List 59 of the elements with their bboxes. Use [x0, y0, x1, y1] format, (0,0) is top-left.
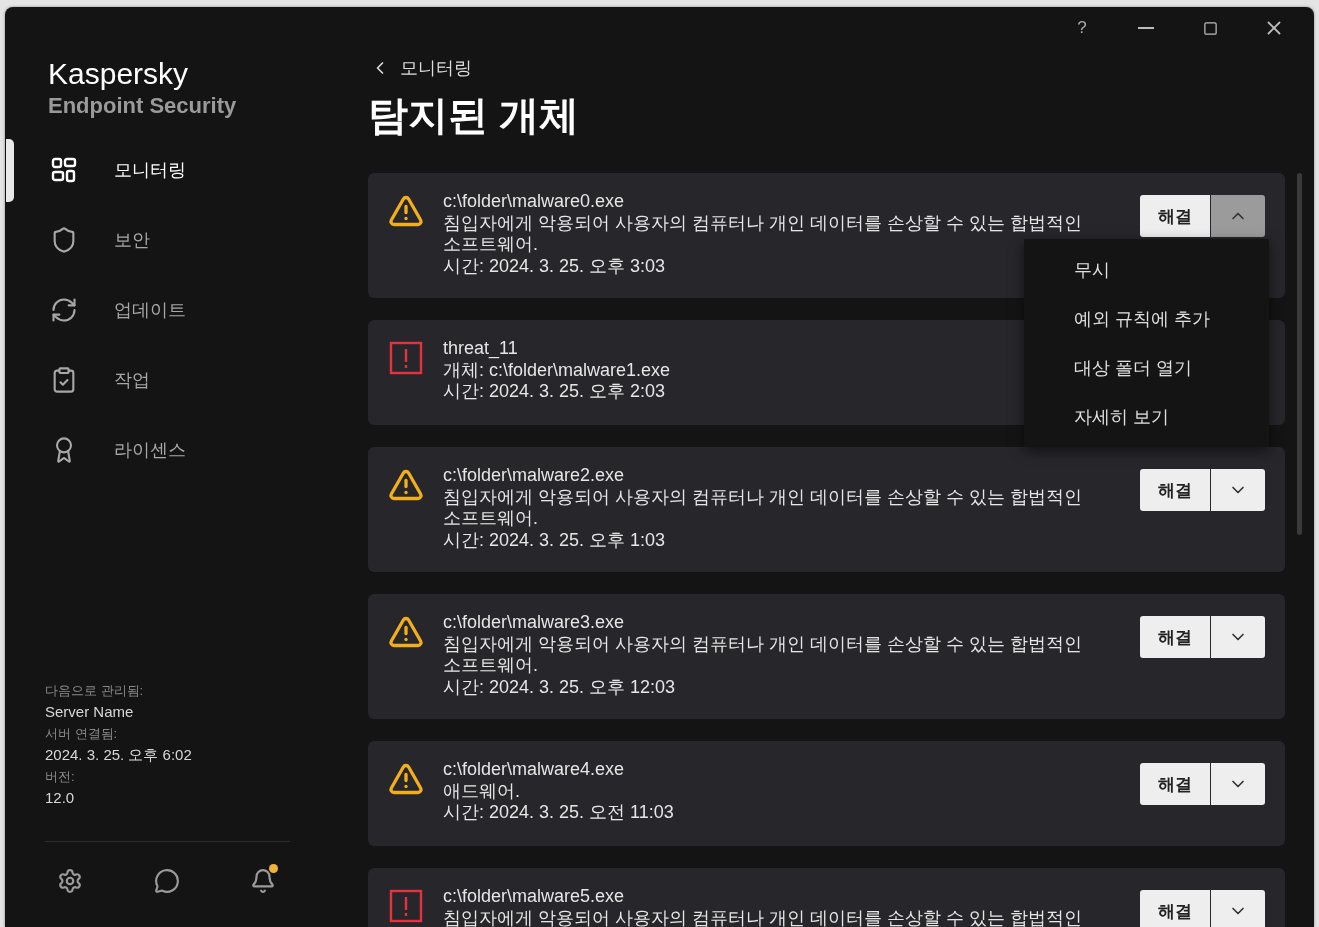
- threat-icon: [388, 888, 424, 924]
- dropdown-toggle[interactable]: [1211, 763, 1265, 805]
- page-title: 탐지된 개체: [368, 92, 581, 139]
- settings-icon[interactable]: [57, 868, 83, 894]
- detection-name: c:\folder\malware3.exe: [443, 612, 625, 634]
- info-value: 2024. 3. 25. 오후 6:02: [45, 745, 193, 765]
- warning-icon: [388, 614, 424, 650]
- detection-time: 시간: 2024. 3. 25. 오후 12:03: [443, 676, 676, 698]
- detection-description: 침입자에게 악용되어 사용자의 컴퓨터나 개인 데이터를 손상할 수 있는 합법적인 소프트웨어.: [443, 486, 1083, 530]
- detection-time: 시간: 2024. 3. 25. 오후 3:03: [443, 255, 666, 277]
- dropdown-toggle[interactable]: [1211, 469, 1265, 511]
- warning-icon: [388, 467, 424, 503]
- maximize-icon: [1202, 20, 1218, 36]
- nav-item[interactable]: 작업: [5, 345, 330, 415]
- detection-name: c:\folder\malware4.exe: [443, 759, 625, 781]
- warning-icon: [388, 761, 424, 797]
- resolve-button[interactable]: 해결: [1140, 195, 1210, 237]
- resolve-button[interactable]: 해결: [1140, 890, 1210, 927]
- dropdown-toggle[interactable]: [1211, 195, 1265, 237]
- menu-item[interactable]: 자세히 보기: [1024, 392, 1269, 441]
- info-label: 버전:: [45, 768, 76, 786]
- refresh-icon: [50, 296, 78, 324]
- nav-item[interactable]: 라이센스: [5, 415, 330, 485]
- info-label: 다음으로 관리됨:: [45, 682, 145, 700]
- resolve-button[interactable]: 해결: [1140, 469, 1210, 511]
- dropdown-toggle[interactable]: [1211, 616, 1265, 658]
- detection-name: threat_11: [443, 338, 518, 360]
- minimize-icon: [1138, 27, 1154, 29]
- detection-description: 개체: c:\folder\malware1.exe: [443, 359, 671, 381]
- help-button[interactable]: ?: [1054, 18, 1110, 38]
- info-label: 서버 연결됨:: [45, 725, 119, 743]
- detection-time: 시간: 2024. 3. 25. 오후 1:03: [443, 529, 666, 551]
- detection-time: 시간: 2024. 3. 25. 오전 11:03: [443, 802, 674, 824]
- scrollbar-thumb[interactable]: [1297, 173, 1302, 535]
- detection-name: c:\folder\malware5.exe: [443, 886, 625, 908]
- detection-description: 침입자에게 악용되어 사용자의 컴퓨터나 개인 데이터를 손상할 수 있는 합법적인: [443, 907, 1082, 927]
- menu-item[interactable]: 대상 폴더 열기: [1024, 343, 1269, 392]
- nav-item[interactable]: 업데이트: [5, 275, 330, 345]
- info-value: Server Name: [45, 702, 135, 722]
- detection-description: 애드웨어.: [443, 780, 520, 802]
- threat-icon: [388, 340, 424, 376]
- chat-bubble-icon[interactable]: [153, 868, 180, 894]
- detection-description: 침입자에게 악용되어 사용자의 컴퓨터나 개인 데이터를 손상할 수 있는 합법적인 소프트웨어.: [443, 633, 1083, 677]
- dropdown-toggle[interactable]: [1211, 890, 1265, 927]
- nav-item[interactable]: 모니터링: [5, 135, 330, 205]
- detection-time: 시간: 2024. 3. 25. 오후 2:03: [443, 381, 666, 403]
- product-name: Endpoint Security: [48, 93, 237, 119]
- menu-item[interactable]: 예외 규칙에 추가: [1024, 294, 1269, 343]
- nav-item[interactable]: 보안: [5, 205, 330, 275]
- grid-icon: [50, 156, 78, 184]
- detection-name: c:\folder\malware2.exe: [443, 465, 625, 487]
- warning-icon: [388, 193, 424, 229]
- resolve-button[interactable]: 해결: [1140, 763, 1210, 805]
- selection-indicator: [6, 139, 14, 202]
- detection-name: c:\folder\malware0.exe: [443, 191, 625, 213]
- info-value: 12.0: [45, 788, 76, 808]
- back-link[interactable]: 모니터링: [370, 56, 472, 80]
- brand-name: Kaspersky: [48, 57, 189, 91]
- resolve-button[interactable]: 해결: [1140, 616, 1210, 658]
